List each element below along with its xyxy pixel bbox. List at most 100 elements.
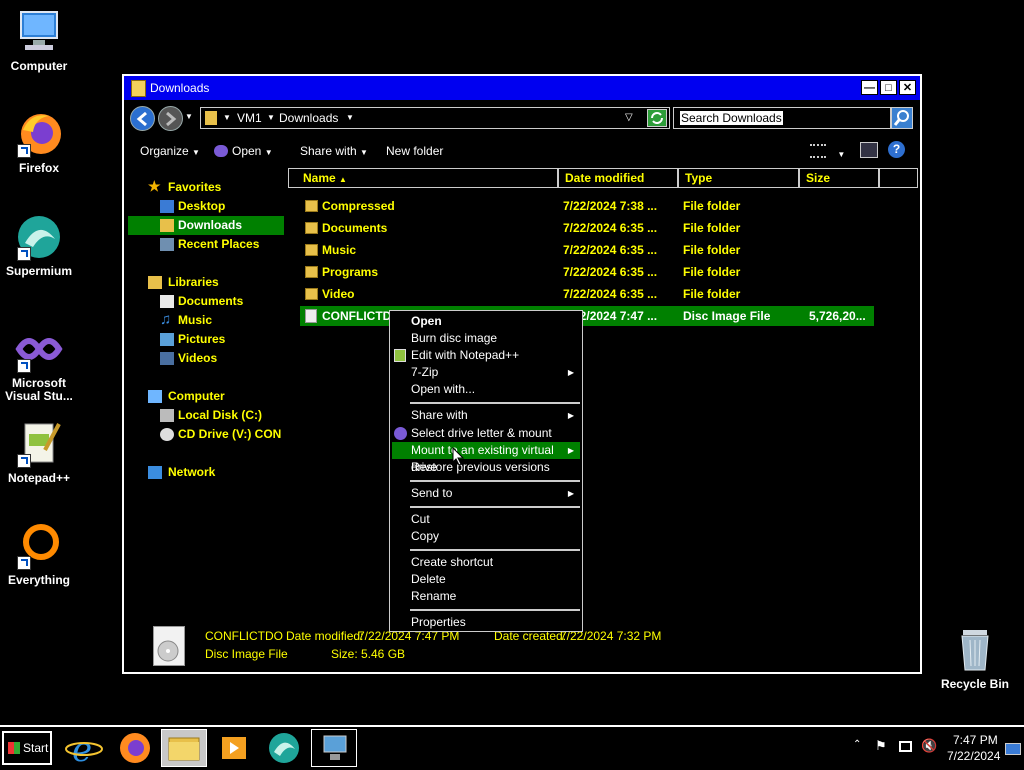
file-row-selected[interactable]: CONFLICTD 7/22/2024 7:47 ... Disc Image …: [300, 306, 874, 326]
videos-icon: [160, 352, 174, 365]
notepadpp-icon: [394, 349, 406, 362]
breadcrumb-vm1[interactable]: VM1: [237, 111, 262, 125]
taskbar-internet-explorer[interactable]: e: [62, 729, 108, 770]
file-row[interactable]: Music 7/22/2024 6:35 ... File folder: [300, 240, 874, 260]
nav-desktop[interactable]: Desktop: [128, 197, 288, 216]
column-header-size[interactable]: Size: [799, 168, 879, 188]
close-button[interactable]: ✕: [899, 80, 916, 95]
menu-item-open[interactable]: Open: [392, 313, 580, 330]
title-bar[interactable]: Downloads — □ ✕: [124, 76, 920, 100]
desktop-icon-recycle-bin[interactable]: Recycle Bin: [936, 626, 1014, 691]
taskbar-file-explorer[interactable]: [161, 729, 207, 767]
start-button[interactable]: Start: [2, 731, 52, 765]
minimize-button[interactable]: —: [861, 80, 878, 95]
action-center-flag-icon[interactable]: ⚑: [875, 738, 887, 754]
menu-item-burn-disc-image[interactable]: Burn disc image: [392, 330, 580, 347]
address-bar[interactable]: ▼ VM1 ▼ Downloads ▼ ▽: [200, 107, 670, 129]
taskbar-supermium[interactable]: [261, 729, 307, 767]
preview-pane-button[interactable]: [860, 142, 878, 158]
disc-image-large-icon: [153, 626, 185, 666]
nav-network[interactable]: Network: [128, 463, 288, 482]
menu-item-rename[interactable]: Rename: [392, 588, 580, 605]
disc-image-icon: [305, 309, 317, 323]
view-options-button[interactable]: ▼: [810, 144, 845, 160]
address-separator-icon: ▼: [223, 113, 231, 122]
clock-time[interactable]: 7:47 PM: [953, 733, 998, 747]
desktop-icon-computer[interactable]: Computer: [0, 8, 78, 73]
refresh-button[interactable]: [647, 109, 667, 127]
nav-computer[interactable]: Computer: [128, 387, 288, 406]
supermium-icon: [269, 733, 299, 763]
menu-item-open-with[interactable]: Open with...: [392, 381, 580, 398]
menu-item-mount-existing-virtual-drive[interactable]: Mount to an existing virtual drive ▶: [392, 442, 580, 474]
desktop-icon-firefox[interactable]: Firefox: [0, 110, 78, 175]
menu-item-properties[interactable]: Properties: [392, 614, 580, 631]
search-box[interactable]: Search Downloads: [673, 107, 913, 129]
help-button[interactable]: ?: [888, 141, 905, 158]
menu-item-restore-previous-versions[interactable]: Restore previous versions: [392, 459, 580, 476]
desktop-icon-visual-studio[interactable]: Microsoft Visual Stu...: [0, 325, 78, 403]
computer-icon: [148, 390, 162, 403]
nav-recent-places[interactable]: Recent Places: [128, 235, 288, 254]
column-header-name[interactable]: Name ▲: [288, 168, 558, 188]
menu-item-delete[interactable]: Delete: [392, 571, 580, 588]
menu-item-7zip[interactable]: 7-Zip ▶: [392, 364, 580, 381]
downloads-folder-icon: [160, 219, 174, 232]
nav-local-disk[interactable]: Local Disk (C:): [128, 406, 288, 425]
search-input[interactable]: Search Downloads: [680, 111, 783, 125]
clock-date[interactable]: 7/22/2024: [947, 749, 1000, 763]
column-header-date-modified[interactable]: Date modified: [558, 168, 678, 188]
menu-item-share-with[interactable]: Share with ▶: [392, 407, 580, 424]
desktop-icon-supermium[interactable]: Supermium: [0, 213, 78, 278]
show-hidden-icons-button[interactable]: ⌃: [853, 739, 861, 750]
organize-button[interactable]: Organize ▼: [140, 144, 200, 158]
recent-pages-dropdown[interactable]: ▼: [185, 112, 193, 121]
share-with-button[interactable]: Share with ▼: [300, 144, 368, 158]
nav-downloads[interactable]: Downloads: [128, 216, 284, 235]
menu-item-copy[interactable]: Copy: [392, 528, 580, 545]
recycle-bin-icon: [951, 626, 999, 674]
taskbar-firefox[interactable]: [112, 729, 158, 767]
show-desktop-button[interactable]: [1005, 743, 1021, 755]
submenu-arrow-icon: ▶: [567, 368, 574, 377]
nav-documents[interactable]: Documents: [128, 292, 288, 311]
back-button[interactable]: [130, 106, 155, 131]
firefox-icon: [15, 110, 63, 158]
new-folder-button[interactable]: New folder: [386, 144, 443, 158]
address-dropdown-icon[interactable]: ▽: [625, 112, 633, 123]
nav-libraries[interactable]: Libraries: [128, 273, 288, 292]
menu-item-cut[interactable]: Cut: [392, 511, 580, 528]
nav-pictures[interactable]: Pictures: [128, 330, 288, 349]
supermium-icon: [15, 213, 63, 261]
maximize-button[interactable]: □: [880, 80, 897, 95]
nav-videos[interactable]: Videos: [128, 349, 288, 368]
search-button[interactable]: [891, 107, 913, 129]
volume-muted-icon[interactable]: 🔇: [921, 738, 937, 754]
menu-item-select-drive-letter-mount[interactable]: Select drive letter & mount: [392, 425, 580, 442]
taskbar-remote-app[interactable]: [311, 729, 357, 767]
virtual-drive-icon: [394, 427, 407, 440]
menu-item-edit-with-notepadpp[interactable]: Edit with Notepad++: [392, 347, 580, 364]
details-date-modified-label: Date modified:: [286, 629, 364, 643]
nav-favorites[interactable]: ★ Favorites: [128, 178, 288, 197]
mouse-cursor-icon: [452, 447, 465, 466]
nav-music[interactable]: ♫ Music: [128, 311, 288, 330]
column-header-type[interactable]: Type: [678, 168, 799, 188]
file-row[interactable]: Video 7/22/2024 6:35 ... File folder: [300, 284, 874, 304]
column-header-empty[interactable]: [879, 168, 918, 188]
nav-cd-drive[interactable]: CD Drive (V:) CON: [128, 425, 288, 444]
file-row[interactable]: Programs 7/22/2024 6:35 ... File folder: [300, 262, 874, 282]
breadcrumb-downloads[interactable]: Downloads: [279, 111, 338, 125]
open-button[interactable]: Open ▼: [214, 144, 273, 158]
file-row[interactable]: Documents 7/22/2024 6:35 ... File folder: [300, 218, 874, 238]
forward-button[interactable]: [158, 106, 183, 131]
menu-item-create-shortcut[interactable]: Create shortcut: [392, 554, 580, 571]
taskbar-media-player[interactable]: [211, 729, 257, 767]
desktop-icon-notepadpp[interactable]: Notepad++: [0, 420, 78, 485]
network-status-icon[interactable]: [899, 741, 912, 752]
menu-item-send-to[interactable]: Send to ▶: [392, 485, 580, 502]
navigation-pane: ★ Favorites Desktop Downloads Recent Pla…: [128, 172, 288, 592]
folder-icon: [131, 80, 146, 97]
file-row[interactable]: Compressed 7/22/2024 7:38 ... File folde…: [300, 196, 874, 216]
desktop-icon-everything[interactable]: Everything: [0, 522, 78, 587]
